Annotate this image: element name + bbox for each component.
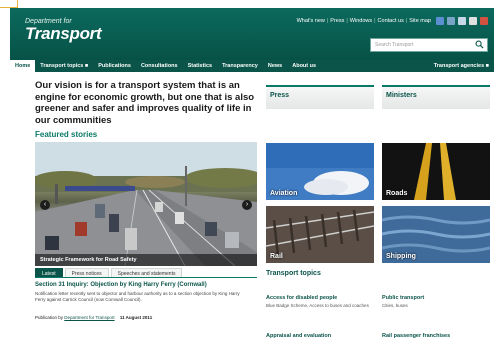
story-meta: Publication by Department for Transport … — [35, 315, 152, 320]
nav-transport-topics-label: Transport topics — [40, 63, 84, 69]
util-link-press[interactable]: Press — [330, 18, 344, 24]
ministers-panel-header[interactable]: Ministers — [382, 85, 490, 109]
util-separator: | — [374, 18, 376, 24]
nav-about-us[interactable]: About us — [287, 60, 321, 72]
util-separator: | — [405, 18, 408, 24]
story-meta-date: 11 August 2011 — [119, 315, 153, 320]
tile-aviation-label: Aviation — [270, 190, 298, 197]
nav-transport-agencies-label: Transport agencies — [433, 63, 485, 69]
main-nav: Home Transport topics ■ Publications Con… — [10, 60, 494, 72]
nav-transport-agencies[interactable]: Transport agencies ■ — [429, 60, 494, 72]
tile-aviation[interactable]: Aviation — [266, 143, 374, 200]
topic-desc-access-disabled: Blue Badge Scheme, Access to buses and c… — [266, 303, 369, 308]
tile-roads-label: Roads — [386, 190, 408, 197]
util-separator: | — [346, 18, 348, 24]
motorway-photo — [35, 142, 257, 266]
nav-news[interactable]: News — [263, 60, 287, 72]
nav-publications[interactable]: Publications — [93, 60, 136, 72]
featured-stories-title: Featured stories — [35, 130, 98, 139]
utility-links: What's new | Press | Windows | Contact u… — [297, 18, 431, 24]
story-meta-label: Publication by — [35, 315, 64, 320]
topic-desc-public-transport: Cities, buses — [382, 303, 408, 308]
carousel-prev-button[interactable]: ‹ — [40, 200, 50, 210]
topic-link-public-transport[interactable]: Public transport — [382, 295, 424, 301]
social-icon-5[interactable] — [480, 17, 488, 25]
tile-shipping-label: Shipping — [386, 253, 416, 260]
news-tabs: Latest Press notices Speeches and statem… — [35, 268, 257, 278]
search-icon[interactable] — [475, 40, 484, 49]
site-header: Department for Transport What's new | Pr… — [10, 8, 494, 60]
plus-icon: ■ — [485, 63, 489, 69]
vision-statement: Our vision is for a transport system tha… — [35, 80, 255, 126]
util-separator: | — [326, 18, 329, 24]
topic-link-appraisal[interactable]: Appraisal and evaluation — [266, 333, 331, 339]
tile-rail[interactable]: Rail — [266, 206, 374, 263]
util-link-windows[interactable]: Windows — [350, 18, 372, 24]
tab-latest[interactable]: Latest — [35, 268, 63, 277]
nav-transport-topics[interactable]: Transport topics ■ — [35, 60, 93, 72]
util-link-whats-new[interactable]: What's new — [297, 18, 325, 24]
logo-transport[interactable]: Transport — [25, 24, 102, 44]
topic-link-access-disabled[interactable]: Access for disabled people — [266, 295, 337, 301]
topic-link-rail-franchises[interactable]: Rail passenger franchises — [382, 333, 450, 339]
nav-home[interactable]: Home — [10, 60, 36, 72]
util-link-contact-us[interactable]: Contact us — [378, 18, 404, 24]
social-icons — [436, 17, 488, 25]
search-placeholder: Search Transport — [375, 42, 414, 48]
tab-press-notices[interactable]: Press notices — [64, 268, 109, 277]
social-icon-2[interactable] — [447, 17, 455, 25]
carousel-next-button[interactable]: › — [242, 200, 252, 210]
story-title[interactable]: Section 31 Inquiry: Objection by King Ha… — [35, 282, 207, 288]
transport-topics-title: Transport topics — [266, 270, 321, 277]
tile-rail-label: Rail — [270, 253, 283, 260]
search-input[interactable]: Search Transport — [370, 38, 488, 52]
nav-statistics[interactable]: Statistics — [183, 60, 217, 72]
util-link-site-map[interactable]: Site map — [409, 18, 431, 24]
social-icon-1[interactable] — [436, 17, 444, 25]
tile-shipping[interactable]: Shipping — [382, 206, 490, 263]
tab-speeches[interactable]: Speeches and statements — [110, 268, 183, 277]
social-icon-4[interactable] — [469, 17, 477, 25]
corner-accent — [0, 0, 18, 8]
nav-transparency[interactable]: Transparency — [217, 60, 263, 72]
carousel-caption[interactable]: Strategic Framework for Road Safety — [35, 254, 257, 266]
featured-carousel[interactable]: ‹ › Strategic Framework for Road Safety — [35, 142, 257, 266]
nav-consultations[interactable]: Consultations — [136, 60, 183, 72]
story-body: Notification letter recently sent to obj… — [35, 291, 240, 302]
press-panel-header[interactable]: Press — [266, 85, 374, 109]
tile-roads[interactable]: Roads — [382, 143, 490, 200]
story-meta-link[interactable]: Department for Transport — [64, 315, 114, 320]
social-icon-3[interactable] — [458, 17, 466, 25]
plus-icon: ■ — [84, 63, 89, 69]
